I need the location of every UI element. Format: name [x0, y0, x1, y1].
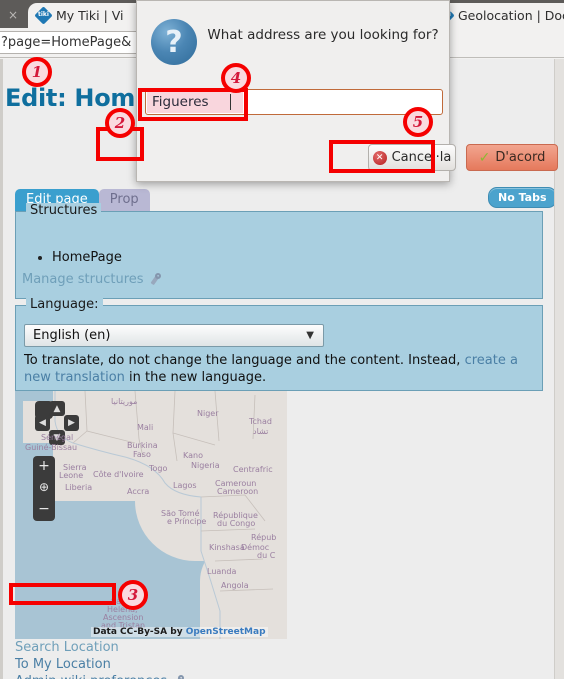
annotation-badge-2: 2	[105, 108, 135, 138]
language-selected-value: English (en)	[33, 328, 111, 343]
no-tabs-button[interactable]: No Tabs	[488, 187, 557, 208]
annotation-badge-1: 1	[22, 57, 52, 87]
tab-properties[interactable]: Prop	[98, 189, 150, 211]
map-label: Tchad	[249, 417, 272, 426]
ok-button-label: D'acord	[495, 150, 546, 165]
language-select[interactable]: English (en) ▼	[24, 324, 324, 347]
map-label: Cameroon	[217, 487, 259, 496]
map-label: Angola	[221, 581, 249, 590]
wrench-icon	[148, 272, 162, 287]
map-links: Search Location To My Location Admin wik…	[15, 639, 287, 679]
annotation-badge-3: 3	[118, 580, 148, 610]
structure-item[interactable]: HomePage	[38, 250, 122, 265]
search-location-row[interactable]: Search Location	[15, 639, 287, 656]
map-label: Répub	[251, 533, 277, 542]
map-label: Guiné-Bissau	[25, 443, 78, 452]
map-label: Mali	[137, 423, 154, 432]
ok-button[interactable]: ✓ D'acord	[466, 144, 558, 171]
map-label: Niger	[197, 409, 219, 418]
map-pan-left-button[interactable]: ◀	[35, 415, 50, 431]
map-label: Luanda	[207, 567, 237, 576]
annotation-box-4	[138, 88, 248, 121]
globe-icon[interactable]: ⊕	[33, 477, 55, 498]
admin-wiki-preferences-row[interactable]: Admin wiki preferences	[15, 673, 287, 679]
language-panel: Language: English (en) ▼ To translate, d…	[15, 297, 543, 391]
screenshot-root: × tiki My Tiki | Vi tiki Geolocation | D…	[0, 0, 564, 679]
annotation-badge-4: 4	[221, 63, 251, 93]
translation-note: To translate, do not change the language…	[24, 352, 529, 386]
bullet-icon	[38, 256, 42, 260]
wrench-icon	[171, 674, 185, 679]
url-text: ?page=HomePage&	[1, 35, 132, 50]
map-zoom-control[interactable]: + ⊕ −	[33, 456, 55, 521]
map-label: Centrafric	[233, 465, 273, 474]
tiki-favicon-icon: tiki	[34, 6, 53, 25]
map-label: Sénégal	[41, 433, 74, 442]
map-label: Lagos	[173, 481, 197, 490]
map-label: du C	[257, 551, 276, 560]
admin-wiki-preferences-link: Admin wiki preferences	[15, 673, 167, 679]
browser-tab-label: Geolocation | Docu	[458, 8, 564, 23]
map-label: Leone	[59, 471, 84, 480]
to-my-location-link: To My Location	[15, 657, 111, 672]
map-label: تشاد	[253, 427, 269, 436]
map-label: Liberia	[65, 483, 93, 492]
map-zoom-out-button[interactable]: −	[33, 499, 55, 520]
map-label: Burkina	[127, 441, 158, 450]
map-label: Nigeria	[191, 461, 220, 470]
map-label: du Congo	[217, 519, 256, 528]
close-icon[interactable]: ×	[8, 9, 18, 21]
map-label: Kano	[183, 451, 203, 460]
dialog-title: What address are you looking for?	[207, 27, 439, 43]
translation-note-before: To translate, do not change the language…	[24, 353, 465, 368]
map-pan-up-button[interactable]: ▲	[49, 401, 65, 416]
annotation-badge-5: 5	[403, 107, 433, 137]
map-label: Côte d'Ivoire	[93, 470, 144, 479]
browser-tab-label: My Tiki | Vi	[56, 8, 124, 23]
structure-item-label: HomePage	[52, 250, 122, 265]
map-zoom-in-button[interactable]: +	[33, 456, 55, 477]
map-label: موريتانيا	[111, 397, 138, 406]
search-location-link: Search Location	[15, 640, 119, 655]
question-mark-icon: ?	[151, 19, 197, 65]
map-label: Accra	[127, 487, 150, 496]
map-label: e Príncipe	[167, 517, 207, 526]
map-attribution: Data CC-By-SA by OpenStreetMap	[91, 627, 268, 637]
map-label: Faso	[133, 450, 151, 459]
translation-note-after: in the new language.	[124, 370, 267, 385]
map-label: Kinshasa	[209, 543, 245, 552]
structures-legend: Structures	[26, 203, 102, 218]
manage-structures-label: Manage structures	[22, 272, 144, 287]
openstreetmap-link[interactable]: OpenStreetMap	[186, 627, 266, 637]
map-pan-right-button[interactable]: ▶	[64, 415, 79, 431]
map-attribution-text: Data CC-By-SA by	[93, 627, 186, 637]
annotation-box-5	[329, 140, 435, 173]
check-icon: ✓	[478, 149, 491, 166]
annotation-box-3	[9, 583, 116, 605]
language-legend: Language:	[26, 297, 103, 312]
chevron-down-icon: ▼	[306, 330, 314, 341]
map-label: Togo	[149, 464, 168, 473]
structures-panel: Structures HomePage Manage structures	[15, 203, 543, 299]
page-title: Edit: Home	[5, 84, 152, 112]
browser-tab-geolocation[interactable]: tiki Geolocation | Docu	[430, 3, 564, 28]
manage-structures-link[interactable]: Manage structures	[22, 272, 162, 287]
to-my-location-row[interactable]: To My Location	[15, 656, 287, 673]
